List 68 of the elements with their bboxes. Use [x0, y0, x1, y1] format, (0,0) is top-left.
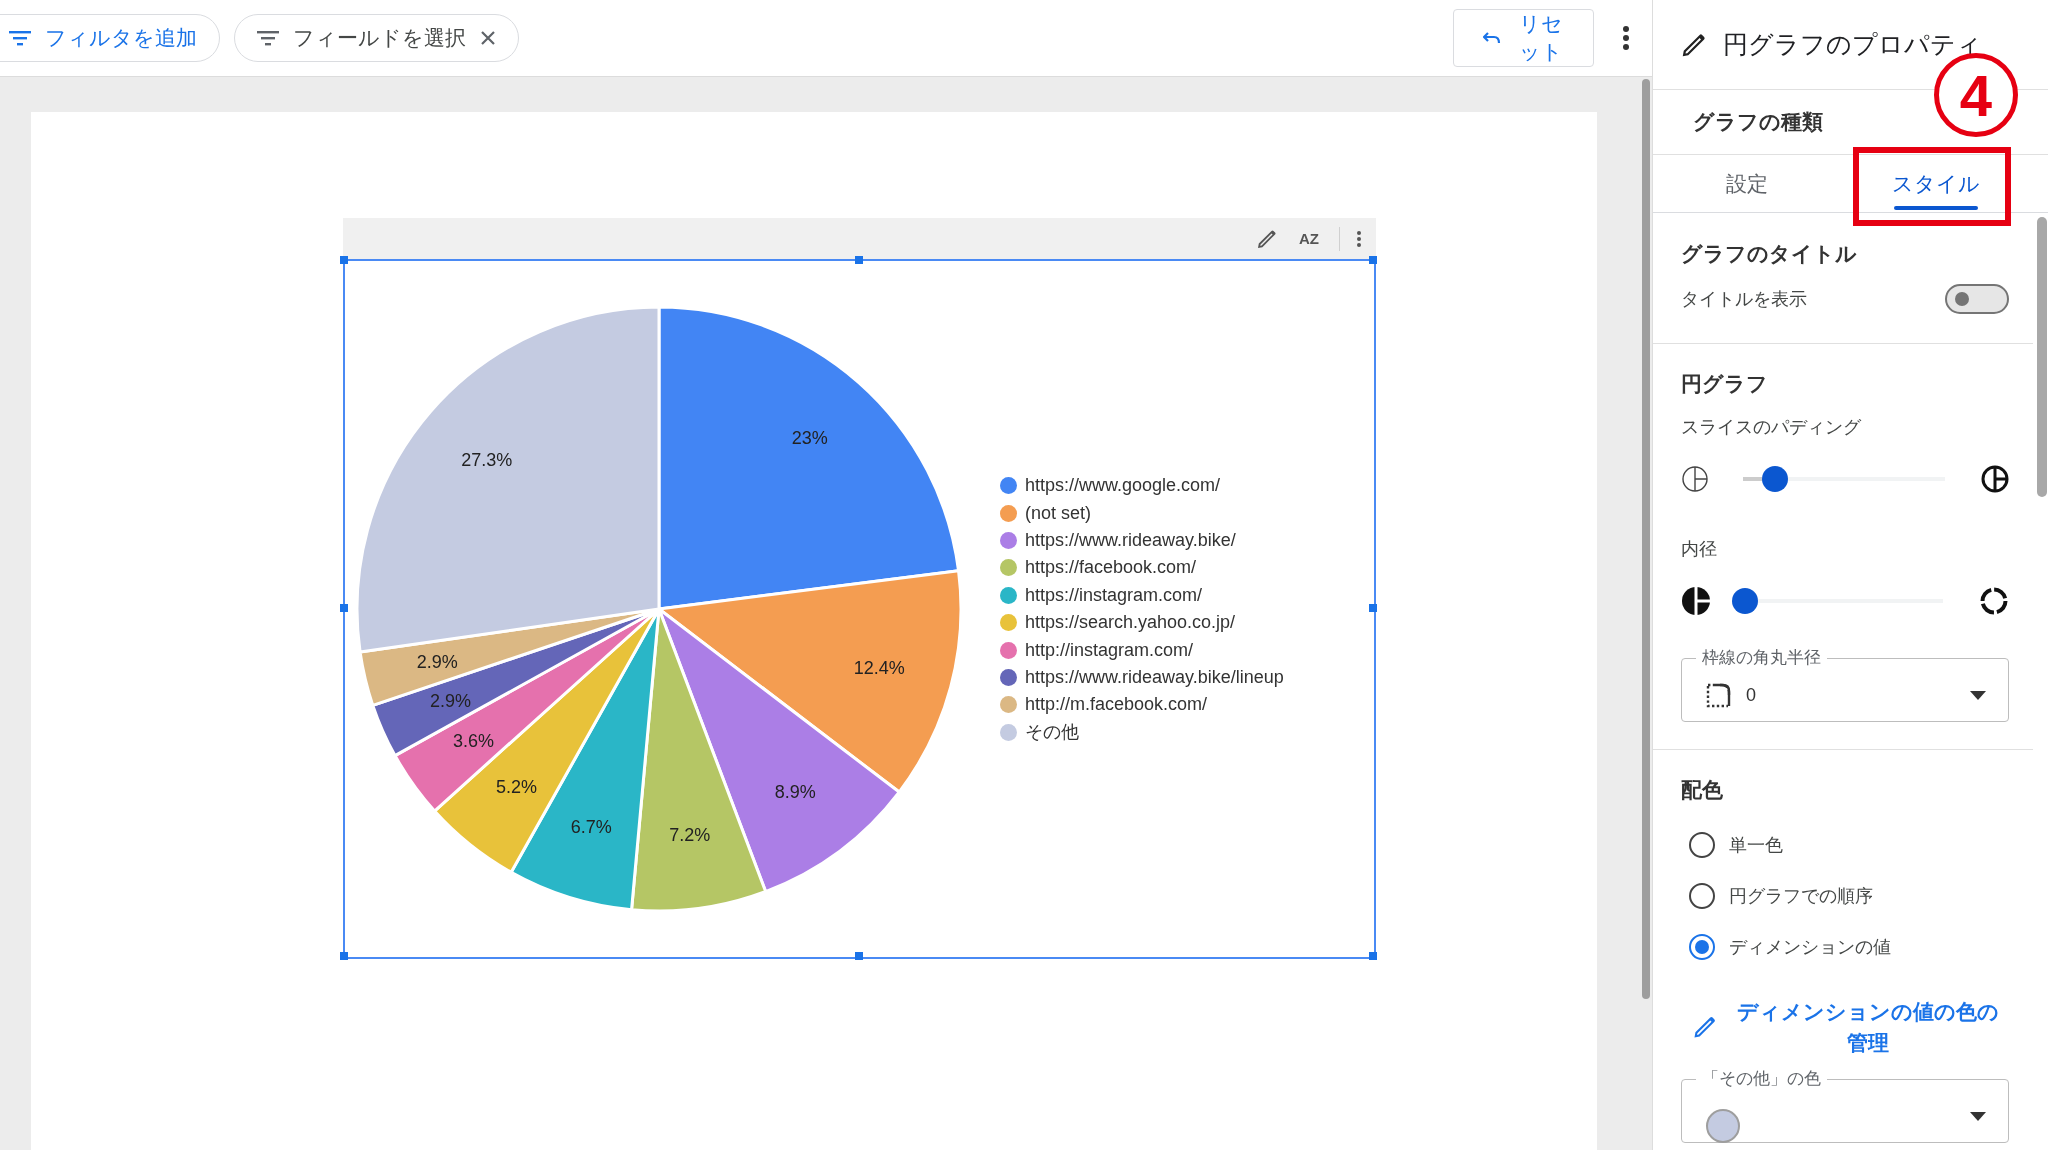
field-label: 「その他」の色 — [1701, 1068, 1822, 1090]
divided-circle-icon — [1981, 465, 2009, 493]
divided-circle-icon — [1681, 465, 1709, 493]
legend-label: https://www.google.com/ — [1025, 475, 1221, 497]
slice-label: 3.6% — [452, 731, 494, 752]
slice-label: 8.9% — [774, 781, 816, 802]
add-filter-chip[interactable]: フィルタを追加 — [0, 14, 220, 62]
scrollbar-thumb[interactable] — [2037, 217, 2047, 497]
slider-thumb[interactable] — [1732, 588, 1758, 614]
resize-handle[interactable] — [340, 256, 348, 264]
field-chip[interactable]: フィールドを選択 — [234, 14, 519, 62]
legend-label: https://www.rideaway.bike/lineup — [1025, 666, 1284, 688]
pie-chart[interactable] — [343, 259, 1376, 959]
radio-option[interactable]: 円グラフでの順序 — [1681, 870, 1879, 921]
more-icon[interactable] — [1356, 229, 1362, 248]
toggle-label: タイトルを表示 — [1681, 288, 1807, 310]
legend-label: その他 — [1025, 721, 1079, 745]
slider-label: 内径 — [1681, 538, 1718, 560]
filter-icon — [9, 30, 31, 46]
legend-label: (not set) — [1025, 502, 1092, 524]
dropdown-caret-icon — [1970, 690, 1986, 700]
legend-label: https://www.rideaway.bike/ — [1025, 530, 1236, 551]
legend-label: http://instagram.com/ — [1025, 639, 1194, 661]
slice-label: 12.4% — [853, 658, 905, 679]
field-label: 枠線の角丸半径 — [1701, 647, 1822, 669]
reset-button[interactable]: リセット — [1453, 9, 1594, 67]
manage-colors-link[interactable]: ディメンションの値の色の管理 — [1681, 995, 2009, 1059]
resize-handle[interactable] — [340, 952, 348, 960]
slice-label: 2.9% — [429, 691, 471, 712]
slice-label: 27.3% — [461, 449, 513, 470]
section-heading: グラフのタイトル — [1681, 241, 1858, 267]
scrollbar-thumb[interactable] — [1642, 79, 1650, 999]
dropdown-field[interactable]: 枠線の角丸半径 0 — [1681, 647, 2009, 722]
resize-handle[interactable] — [340, 604, 348, 612]
section-heading: 円グラフ — [1681, 371, 1769, 397]
more-icon[interactable] — [1622, 25, 1630, 51]
resize-handle[interactable] — [854, 256, 863, 264]
slice-label: 5.2% — [496, 777, 538, 798]
ring-icon — [1979, 586, 2009, 616]
resize-handle[interactable] — [854, 952, 863, 960]
resize-handle[interactable] — [1369, 952, 1377, 960]
color-dropdown[interactable]: 「その他」の色 — [1681, 1068, 2009, 1143]
filter-icon — [257, 30, 279, 46]
slider-thumb[interactable] — [1762, 466, 1789, 492]
slice-label: 23% — [791, 427, 828, 448]
resize-handle[interactable] — [1369, 256, 1377, 264]
corner-radius-icon — [1706, 682, 1732, 708]
panel-tab[interactable]: スタイル — [1841, 155, 2030, 212]
legend-label: https://facebook.com/ — [1025, 557, 1197, 579]
toggle-switch[interactable] — [1945, 284, 2009, 314]
legend-label: https://search.yahoo.co.jp/ — [1025, 612, 1236, 634]
close-icon[interactable] — [480, 30, 496, 46]
pie-icon — [1681, 586, 1711, 616]
undo-icon — [1483, 31, 1502, 45]
panel-tab[interactable]: 設定 — [1653, 155, 1842, 212]
section-heading: 配色 — [1681, 777, 1724, 803]
legend-label: https://instagram.com/ — [1025, 584, 1203, 606]
radio-option[interactable]: 単一色 — [1681, 819, 1789, 870]
chart-type-label: グラフの種類 — [1693, 109, 1823, 135]
slice-label: 2.9% — [416, 651, 458, 672]
dropdown-caret-icon — [1970, 1111, 1986, 1121]
radio-option[interactable]: ディメンションの値 — [1681, 921, 1897, 972]
slice-label: 6.7% — [570, 816, 612, 837]
resize-handle[interactable] — [1369, 604, 1377, 612]
slider-label: スライスのパディング — [1681, 416, 1862, 438]
legend-label: http://m.facebook.com/ — [1025, 694, 1208, 716]
sort-button[interactable]: AZ — [1295, 230, 1323, 247]
slice-label: 7.2% — [669, 824, 711, 845]
